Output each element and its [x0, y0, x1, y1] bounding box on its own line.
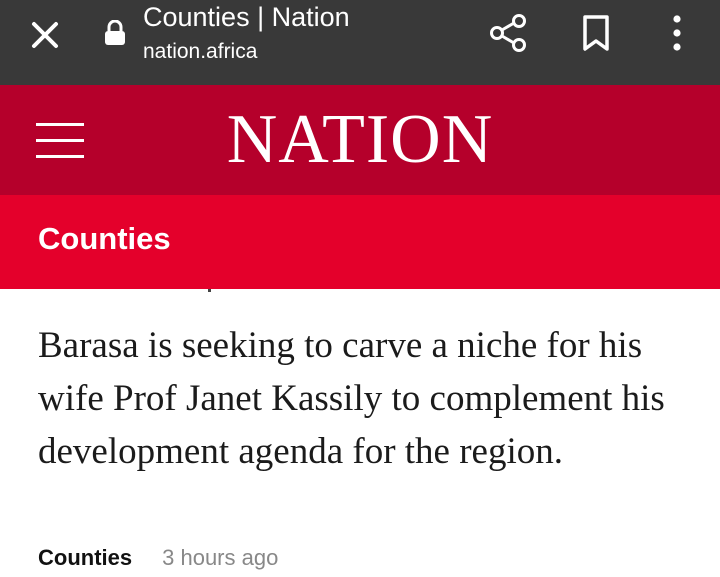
- close-icon[interactable]: [28, 18, 62, 52]
- content-edge-mark: [208, 289, 211, 292]
- article-timestamp: 3 hours ago: [162, 545, 279, 570]
- section-title[interactable]: Counties: [38, 221, 171, 257]
- article-category-link[interactable]: Counties: [38, 545, 132, 570]
- bookmark-icon[interactable]: [580, 14, 612, 52]
- share-icon[interactable]: [488, 12, 528, 54]
- article-content: Barasa is seeking to carve a niche for h…: [0, 289, 720, 577]
- page-url[interactable]: nation.africa: [143, 40, 257, 64]
- section-header: Counties: [0, 195, 720, 289]
- lock-icon: [104, 19, 126, 46]
- article-meta: Counties 3 hours ago: [38, 545, 278, 571]
- article-summary[interactable]: Barasa is seeking to carve a niche for h…: [38, 319, 688, 478]
- page-title: Counties | Nation: [143, 2, 350, 32]
- site-logo[interactable]: NATION: [0, 101, 720, 179]
- browser-toolbar: Counties | Nation nation.africa: [0, 0, 720, 85]
- more-vertical-icon[interactable]: [664, 12, 690, 54]
- site-header: NATION: [0, 85, 720, 195]
